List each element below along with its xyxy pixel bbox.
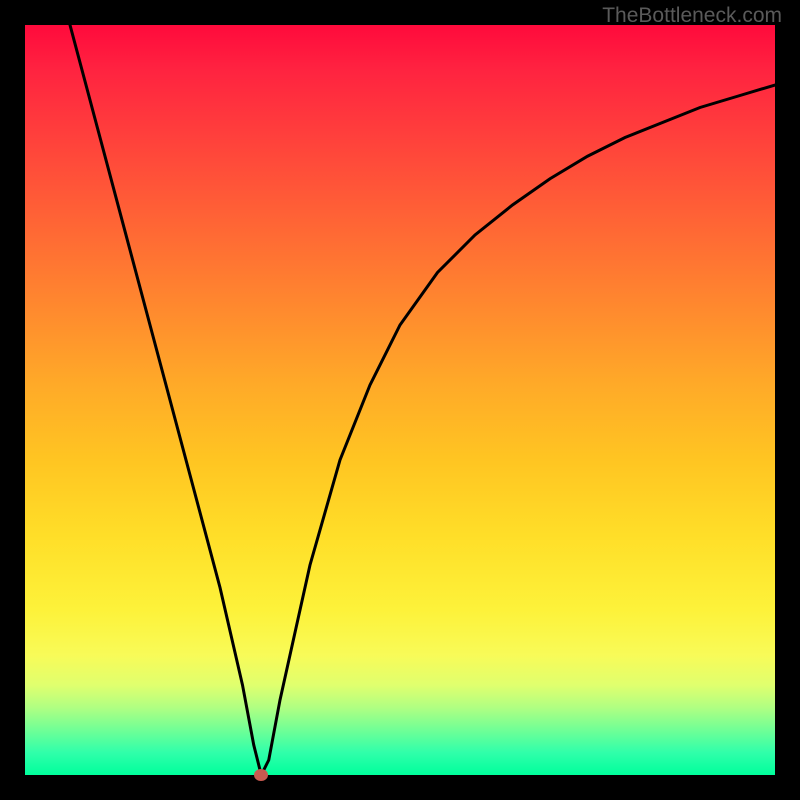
bottleneck-curve (70, 25, 775, 775)
optimum-marker (254, 769, 268, 781)
watermark-text: TheBottleneck.com (602, 4, 782, 28)
curve-svg (25, 25, 775, 775)
plot-area (25, 25, 775, 775)
